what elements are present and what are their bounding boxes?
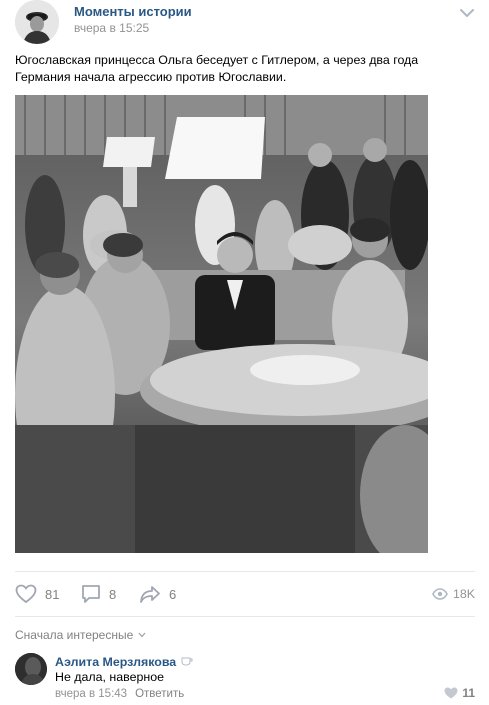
share-button[interactable]: 6 xyxy=(139,582,176,606)
like-button[interactable]: 81 xyxy=(15,582,59,606)
commenter-avatar[interactable] xyxy=(15,653,47,685)
community-avatar[interactable] xyxy=(15,0,59,44)
comment-button[interactable]: 8 xyxy=(81,582,116,606)
post-photo[interactable] xyxy=(15,95,428,553)
divider-top xyxy=(15,571,475,572)
comment-like-button[interactable]: 11 xyxy=(444,686,475,700)
comment-count: 8 xyxy=(109,586,117,602)
sort-label: Сначала интересные xyxy=(15,628,134,642)
heart-icon xyxy=(15,584,37,604)
post-author[interactable]: Моменты истории xyxy=(74,4,192,19)
share-count: 6 xyxy=(169,586,177,602)
comment-meta: вчера в 15:43 Ответить xyxy=(55,688,184,700)
comments-sort-dropdown[interactable]: Сначала интересные xyxy=(15,628,146,642)
post-header: Моменты истории вчера в 15:25 xyxy=(15,0,475,44)
cup-icon xyxy=(181,655,193,669)
chevron-down-icon[interactable] xyxy=(459,6,475,18)
historical-photo-image xyxy=(15,95,428,553)
post-text: Югославская принцесса Ольга беседует с Г… xyxy=(15,53,419,84)
views-counter: 18K xyxy=(432,582,475,606)
commenter-name-text: Аэлита Мерзлякова xyxy=(55,655,177,669)
comment-time[interactable]: вчера в 15:43 xyxy=(55,688,127,700)
comment-like-count: 11 xyxy=(462,686,475,700)
comment-text: Не дала, наверное xyxy=(55,670,164,684)
views-count: 18K xyxy=(452,587,475,601)
reply-button[interactable]: Ответить xyxy=(135,688,184,700)
comment-icon xyxy=(82,585,100,603)
comment-item: Аэлита Мерзлякова Не дала, наверное вчер… xyxy=(15,650,475,700)
heart-icon xyxy=(444,687,458,699)
eye-icon xyxy=(432,588,448,600)
divider-bottom xyxy=(15,616,475,617)
like-count: 81 xyxy=(45,586,60,602)
share-icon xyxy=(140,586,160,603)
chevron-down-icon xyxy=(138,632,146,638)
post-actions: 81 8 6 18K xyxy=(15,582,475,606)
commenter-name[interactable]: Аэлита Мерзлякова xyxy=(55,655,193,669)
post-time[interactable]: вчера в 15:25 xyxy=(74,21,149,35)
